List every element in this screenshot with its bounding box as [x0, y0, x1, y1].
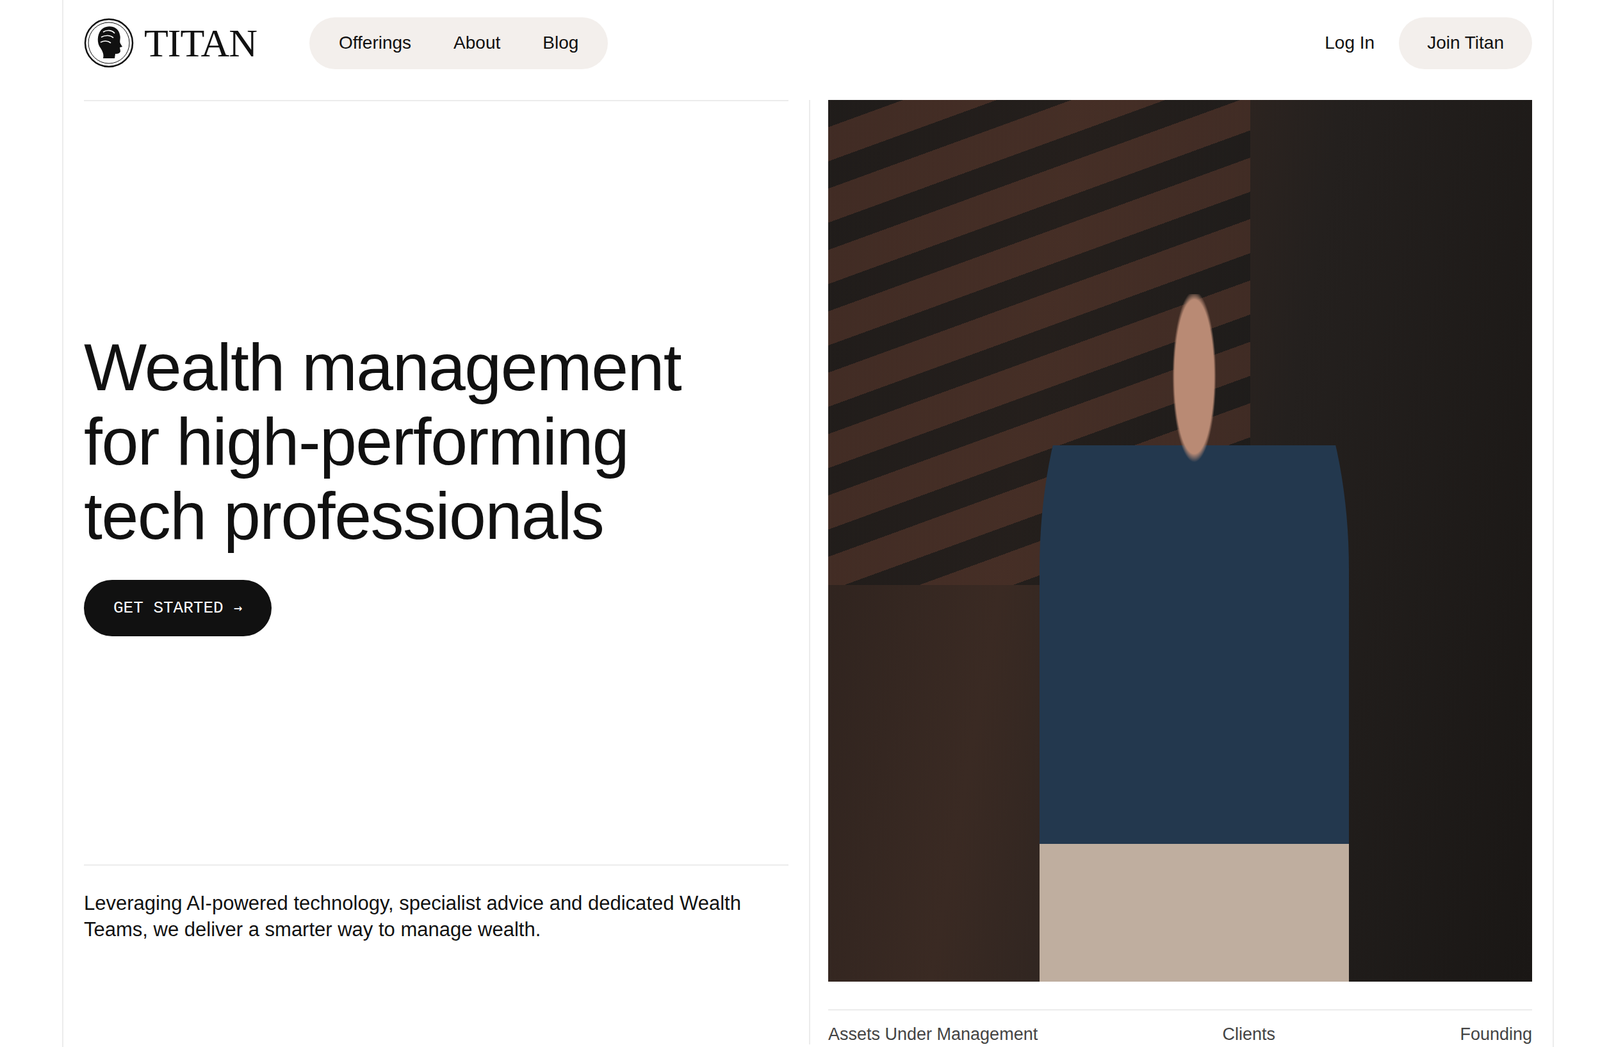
main-nav: Offerings About Blog — [309, 17, 608, 70]
hero-photo — [828, 99, 1533, 982]
header: TITAN Offerings About Blog Log In Join Titan — [83, 0, 1533, 86]
hero-description: Leveraging AI-powered technology, specia… — [83, 864, 789, 943]
header-actions: Log In Join Titan — [1324, 17, 1533, 70]
hero-main: Wealth managementfor high-performingtech… — [83, 99, 789, 865]
brand-name: TITAN — [144, 23, 257, 63]
nav-item[interactable]: Offerings — [338, 32, 412, 54]
stat-label: Assets Under Management — [828, 1024, 1038, 1045]
stat-label: Founding — [1459, 1024, 1533, 1045]
cta-label: GET STARTED — [113, 598, 224, 618]
headline-line: for high-performing — [83, 404, 789, 479]
arrow-right-icon: → — [233, 599, 243, 616]
logo[interactable]: TITAN — [83, 17, 257, 68]
page-frame: TITAN Offerings About Blog Log In Join Titan W… — [62, 0, 1554, 1047]
headline: Wealth managementfor high-performingtech… — [83, 329, 789, 553]
login-link[interactable]: Log In — [1324, 32, 1375, 54]
hero-right: Assets Under Management Clients Founding — [808, 99, 1533, 1045]
hero: Wealth managementfor high-performingtech… — [83, 99, 1533, 1045]
headline-line: tech professionals — [83, 478, 789, 553]
hero-left: Wealth managementfor high-performingtech… — [83, 99, 809, 1045]
headline-line: Wealth management — [83, 329, 789, 405]
get-started-button[interactable]: GET STARTED → — [83, 579, 272, 637]
nav-item[interactable]: About — [453, 32, 501, 54]
join-button[interactable]: Join Titan — [1398, 17, 1533, 70]
photo-figure — [1039, 293, 1350, 982]
nav-item[interactable]: Blog — [542, 32, 579, 54]
head-profile-icon — [83, 17, 134, 68]
stats: Assets Under Management Clients Founding — [828, 1008, 1533, 1045]
stat-label: Clients — [1222, 1024, 1276, 1045]
page: TITAN Offerings About Blog Log In Join Titan W… — [0, 0, 1600, 1047]
